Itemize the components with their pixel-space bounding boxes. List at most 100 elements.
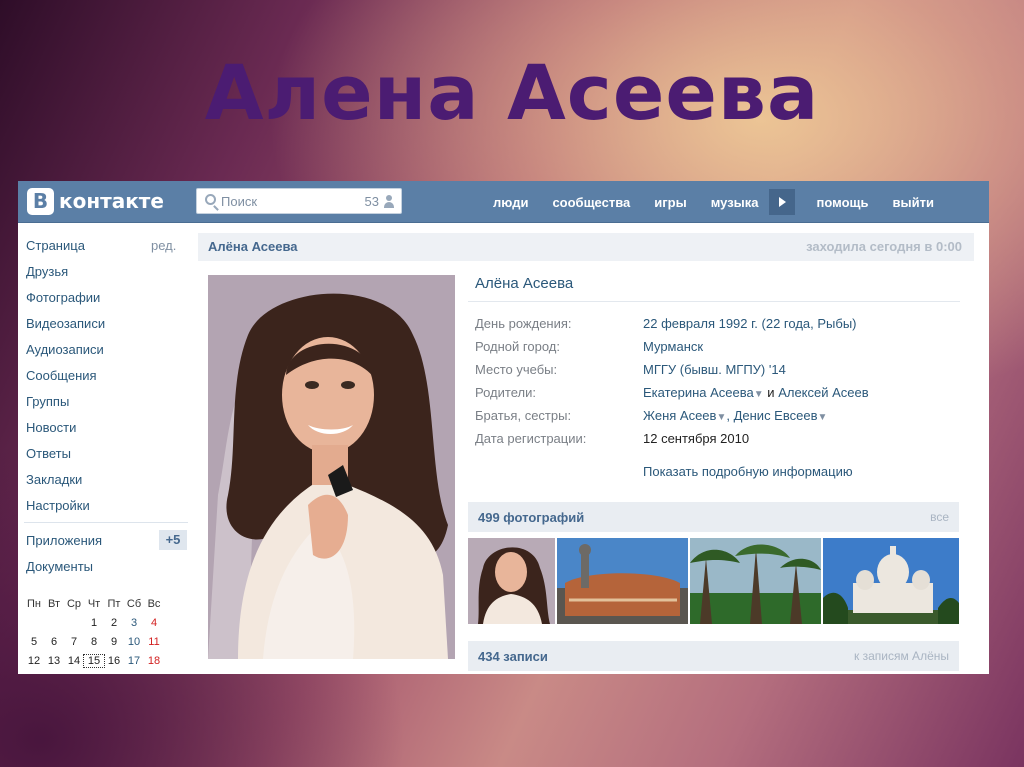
calendar-widget: Пн Вт Ср Чт Пт Сб Вс 1 2 3 4 5 6 7 8 9 1… bbox=[24, 594, 164, 670]
top-bar: В контакте 53 люди сообщества игры музык… bbox=[18, 181, 989, 223]
photo-thumbnail-image bbox=[823, 538, 959, 624]
top-nav: люди сообщества игры музыка помощь выйти bbox=[493, 181, 958, 223]
calendar-day[interactable]: 2 bbox=[104, 617, 124, 629]
photo-thumbnail-image bbox=[557, 538, 688, 624]
weekday: Чт bbox=[87, 597, 101, 610]
parents-label: Родители: bbox=[475, 385, 536, 400]
weekday: Ср bbox=[66, 597, 82, 610]
calendar-day[interactable]: 16 bbox=[104, 655, 124, 667]
siblings-value: Женя Асеев▼, Денис Евсеев▼ bbox=[643, 408, 828, 423]
sidebar-item-news[interactable]: Новости bbox=[26, 420, 76, 435]
chevron-down-icon[interactable]: ▼ bbox=[817, 412, 827, 423]
calendar-day[interactable]: 14 bbox=[64, 655, 84, 667]
weekday: Вс bbox=[147, 597, 161, 610]
sidebar-item-page[interactable]: Страница bbox=[26, 238, 85, 253]
sidebar-item-friends[interactable]: Друзья bbox=[26, 264, 68, 279]
sidebar-item-messages[interactable]: Сообщения bbox=[26, 368, 97, 383]
calendar-day[interactable]: 17 bbox=[124, 655, 144, 667]
posts-section-header[interactable]: 434 записи к записям Алёны bbox=[468, 641, 959, 671]
sidebar-item-videos[interactable]: Видеозаписи bbox=[26, 316, 105, 331]
parent-link[interactable]: Алексей Асеев bbox=[778, 385, 868, 400]
photos-section-header[interactable]: 499 фотографий все bbox=[468, 502, 959, 532]
photo-thumbnail[interactable] bbox=[690, 538, 821, 624]
user-icon bbox=[384, 195, 394, 208]
vk-profile-window: В контакте 53 люди сообщества игры музык… bbox=[18, 181, 989, 674]
photo-thumbnail-image bbox=[690, 538, 821, 624]
calendar-day[interactable]: 5 bbox=[24, 636, 44, 648]
last-seen-status: заходила сегодня в 0:00 bbox=[806, 239, 962, 254]
siblings-label: Братья, сестры: bbox=[475, 408, 572, 423]
photo-thumbnail-image bbox=[468, 538, 555, 624]
profile-photo[interactable] bbox=[208, 275, 455, 659]
calendar-day[interactable]: 1 bbox=[84, 617, 104, 629]
hometown-label: Родной город: bbox=[475, 339, 560, 354]
hometown-link[interactable]: Мурманск bbox=[643, 339, 703, 354]
calendar-day[interactable]: 6 bbox=[44, 636, 64, 648]
sidebar-item-settings[interactable]: Настройки bbox=[26, 498, 90, 513]
photo-thumbnail[interactable] bbox=[823, 538, 959, 624]
regdate-value: 12 сентября 2010 bbox=[643, 431, 750, 446]
sidebar-divider bbox=[24, 522, 188, 523]
calendar-day[interactable]: 10 bbox=[124, 636, 144, 648]
play-icon[interactable] bbox=[768, 189, 795, 215]
sidebar: Страница ред. Друзья Фотографии Видеозап… bbox=[18, 223, 196, 674]
vk-logo-icon[interactable]: В bbox=[27, 188, 54, 215]
birthday-date[interactable]: 22 февраля 1992 г. bbox=[643, 316, 758, 331]
nav-communities[interactable]: сообщества bbox=[552, 195, 630, 210]
profile-header-bar: Алёна Асеева заходила сегодня в 0:00 bbox=[198, 233, 974, 261]
sidebar-item-bookmarks[interactable]: Закладки bbox=[26, 472, 82, 487]
birthday-label: День рождения: bbox=[475, 316, 572, 331]
sidebar-item-apps[interactable]: Приложения bbox=[26, 533, 102, 548]
nav-music[interactable]: музыка bbox=[711, 195, 759, 210]
parents-conjunction: и bbox=[767, 385, 775, 400]
calendar-day[interactable]: 11 bbox=[144, 636, 164, 648]
calendar-day[interactable]: 3 bbox=[124, 617, 144, 629]
nav-logout[interactable]: выйти bbox=[893, 195, 934, 210]
chevron-down-icon[interactable]: ▼ bbox=[754, 389, 764, 400]
photos-all-link[interactable]: все bbox=[930, 510, 949, 524]
show-more-info-link[interactable]: Показать подробную информацию bbox=[643, 464, 853, 479]
calendar-day[interactable]: 18 bbox=[144, 655, 164, 667]
online-count: 53 bbox=[364, 194, 379, 209]
photo-thumbnail[interactable] bbox=[557, 538, 688, 624]
calendar-day[interactable]: 12 bbox=[24, 655, 44, 667]
calendar-today[interactable]: 15 bbox=[83, 653, 105, 668]
calendar-weekdays: Пн Вт Ср Чт Пт Сб Вс bbox=[24, 594, 164, 613]
nav-games[interactable]: игры bbox=[654, 195, 686, 210]
calendar-day[interactable]: 9 bbox=[104, 636, 124, 648]
sibling-link[interactable]: Денис Евсеев bbox=[734, 408, 818, 423]
search-box[interactable]: 53 bbox=[196, 188, 402, 214]
calendar-day[interactable]: 8 bbox=[84, 636, 104, 648]
calendar-day[interactable]: 4 bbox=[144, 617, 164, 629]
slide-title: Алена Асеева bbox=[204, 48, 820, 137]
posts-link[interactable]: к записям Алёны bbox=[854, 649, 949, 663]
profile-name: Алёна Асеева bbox=[475, 275, 574, 292]
weekday: Вт bbox=[47, 597, 60, 610]
chevron-down-icon[interactable]: ▼ bbox=[716, 412, 726, 423]
search-input[interactable] bbox=[221, 192, 351, 210]
parent-link[interactable]: Екатерина Асеева bbox=[643, 385, 754, 400]
sidebar-item-documents[interactable]: Документы bbox=[26, 559, 93, 574]
photos-count[interactable]: 499 фотографий bbox=[478, 510, 584, 525]
study-link[interactable]: МГГУ (бывш. МГПУ) '14 bbox=[643, 362, 786, 377]
profile-photo-image bbox=[208, 275, 455, 659]
sidebar-item-groups[interactable]: Группы bbox=[26, 394, 69, 409]
photo-thumbnail[interactable] bbox=[468, 538, 555, 624]
sidebar-item-answers[interactable]: Ответы bbox=[26, 446, 71, 461]
birthday-value: 22 февраля 1992 г. (22 года, Рыбы) bbox=[643, 316, 857, 331]
sibling-link[interactable]: Женя Асеев bbox=[643, 408, 716, 423]
calendar-week: 1 2 3 4 bbox=[24, 613, 164, 632]
nav-help[interactable]: помощь bbox=[817, 195, 869, 210]
weekday: Пн bbox=[27, 597, 41, 610]
parents-value: Екатерина Асеева▼ и Алексей Асеев bbox=[643, 385, 869, 400]
apps-count-badge[interactable]: +5 bbox=[159, 530, 187, 550]
nav-people[interactable]: люди bbox=[493, 195, 528, 210]
calendar-day[interactable]: 13 bbox=[44, 655, 64, 667]
sidebar-item-photos[interactable]: Фотографии bbox=[26, 290, 100, 305]
sidebar-item-audio[interactable]: Аудиозаписи bbox=[26, 342, 104, 357]
calendar-day[interactable]: 7 bbox=[64, 636, 84, 648]
birthday-extra[interactable]: (22 года, Рыбы) bbox=[762, 316, 857, 331]
edit-link[interactable]: ред. bbox=[151, 238, 176, 253]
posts-count[interactable]: 434 записи bbox=[478, 649, 548, 664]
logo-text[interactable]: контакте bbox=[59, 189, 164, 213]
